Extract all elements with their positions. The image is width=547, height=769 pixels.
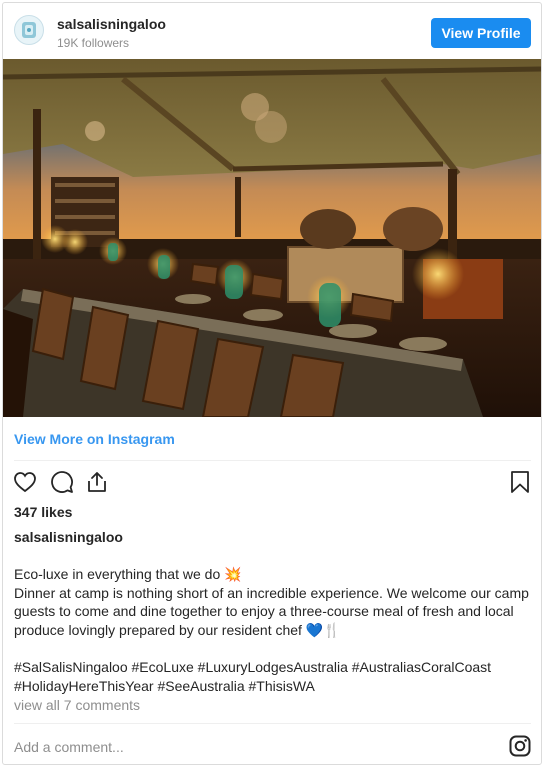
instagram-logo-icon[interactable]	[508, 734, 532, 763]
heart-icon[interactable]	[13, 470, 37, 499]
caption-body: Dinner at camp is nothing short of an in…	[14, 584, 529, 639]
comment-icon[interactable]	[50, 470, 74, 499]
username[interactable]: salsalisningaloo	[57, 16, 166, 32]
burst-emoji-icon: 💥	[224, 566, 242, 582]
post-caption: Eco-luxe in everything that we do 💥 Dinn…	[14, 565, 534, 695]
bookmark-icon[interactable]	[508, 470, 532, 499]
divider	[14, 723, 531, 724]
view-more-link[interactable]: View More on Instagram	[14, 431, 175, 447]
view-comments-link[interactable]: view all 7 comments	[14, 697, 140, 713]
follower-count: 19K followers	[57, 36, 130, 50]
caption-username[interactable]: salsalisningaloo	[14, 529, 123, 545]
like-count[interactable]: 347 likes	[14, 504, 72, 520]
instagram-embed-card: salsalisningaloo 19K followers View Prof…	[2, 2, 542, 765]
heart-fork-emoji-icon: 💙🍴	[305, 622, 341, 639]
hashtags[interactable]: #SalSalisNingaloo #EcoLuxe #LuxuryLodges…	[14, 658, 534, 695]
dining-tent-photo	[3, 59, 541, 417]
post-photo[interactable]	[3, 59, 541, 417]
add-comment-input[interactable]: Add a comment...	[14, 739, 124, 755]
divider	[14, 460, 531, 461]
view-profile-button[interactable]: View Profile	[431, 18, 531, 48]
share-icon[interactable]	[85, 470, 109, 499]
logo-icon	[22, 22, 36, 38]
avatar[interactable]	[14, 15, 44, 45]
caption-line1: Eco-luxe in everything that we do	[14, 566, 225, 582]
post-header: salsalisningaloo 19K followers View Prof…	[3, 3, 541, 61]
